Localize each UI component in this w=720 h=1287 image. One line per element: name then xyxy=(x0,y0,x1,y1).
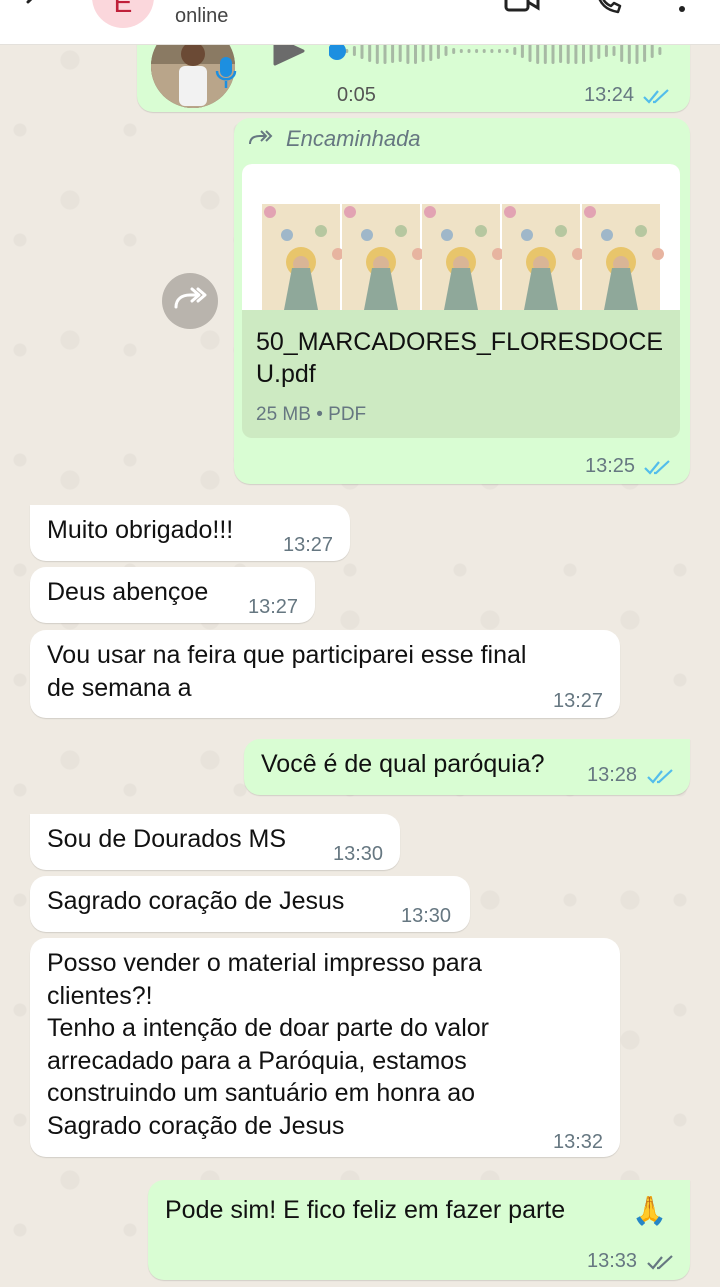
waveform-bar xyxy=(513,47,517,55)
back-arrow-icon[interactable] xyxy=(22,0,48,16)
contact-status: online xyxy=(175,5,229,27)
forwarded-icon xyxy=(249,130,273,145)
bookmark-thumbnail xyxy=(262,204,344,310)
outgoing-message[interactable]: Pode sim! E fico feliz em fazer parte 🙏 … xyxy=(148,1180,690,1280)
waveform-bar xyxy=(352,46,356,56)
waveform-bar xyxy=(436,43,440,59)
document-thumbnail xyxy=(242,164,680,310)
incoming-message[interactable]: Vou usar na feira que participarei esse … xyxy=(30,630,620,718)
message-text: Sou de Dourados MS xyxy=(47,825,287,853)
incoming-message[interactable]: Posso vender o material impresso para cl… xyxy=(30,938,620,1157)
waveform-bar xyxy=(658,47,662,55)
waveform-bar xyxy=(490,49,494,53)
outgoing-message[interactable]: Você é de qual paróquia? 13:28 xyxy=(244,739,690,795)
document-meta: 25 MB • PDF xyxy=(256,404,366,426)
waveform-bar xyxy=(467,49,471,53)
message-text: Vou usar na feira que participarei esse … xyxy=(47,641,527,702)
chat-header: E online xyxy=(0,0,720,45)
message-time: 13:30 xyxy=(401,905,452,927)
read-ticks-icon xyxy=(644,460,670,475)
waveform-bar xyxy=(459,49,463,53)
message-time: 13:27 xyxy=(283,534,334,556)
bookmark-thumbnail xyxy=(502,204,584,310)
message-time: 13:24 xyxy=(584,84,635,106)
forward-button[interactable] xyxy=(162,273,218,329)
menu-dots-icon[interactable] xyxy=(676,0,688,14)
message-time: 13:27 xyxy=(553,690,604,712)
forward-icon xyxy=(174,287,207,309)
message-text: Muito obrigado!!! xyxy=(47,516,234,544)
contact-avatar[interactable]: E xyxy=(92,0,154,28)
read-ticks-icon xyxy=(643,89,669,104)
message-text: Sagrado coração de Jesus xyxy=(47,887,345,915)
read-ticks-icon xyxy=(647,769,673,784)
waveform-bar xyxy=(520,44,524,58)
message-text: Posso vender o material impresso para cl… xyxy=(47,949,489,1140)
phone-call-icon[interactable] xyxy=(594,0,622,14)
message-time: 13:25 xyxy=(585,455,636,477)
incoming-message[interactable]: Deus abençoe 13:27 xyxy=(30,567,315,623)
waveform-bar xyxy=(452,48,456,54)
voice-duration: 0:05 xyxy=(337,84,376,106)
waveform-bar xyxy=(612,46,616,56)
waveform-bar xyxy=(505,49,509,53)
delivered-ticks-icon xyxy=(647,1255,673,1270)
message-time: 13:28 xyxy=(587,764,638,786)
praying-hands-emoji: 🙏 xyxy=(632,1195,667,1226)
waveform-bar xyxy=(444,46,448,56)
bookmark-thumbnail xyxy=(582,204,664,310)
waveform-bar xyxy=(650,44,654,58)
waveform-bar xyxy=(482,49,486,53)
message-time: 13:32 xyxy=(553,1131,604,1153)
waveform-bar xyxy=(597,43,601,59)
bookmark-thumbnail xyxy=(422,204,504,310)
microphone-icon xyxy=(215,57,237,88)
message-text: Você é de qual paróquia? xyxy=(261,750,545,778)
bookmark-thumbnail xyxy=(342,204,424,310)
document-card[interactable]: 50_MARCADORES_FLORESDOCEU.pdf 25 MB • PD… xyxy=(242,164,680,438)
waveform-bar xyxy=(604,45,608,57)
message-time: 13:33 xyxy=(587,1250,638,1272)
waveform-bar xyxy=(475,49,479,53)
document-message-bubble[interactable]: Encaminhada 50_MARCADORES_FLORESDOCEU.pd… xyxy=(234,118,690,484)
document-size: 25 MB xyxy=(256,404,311,425)
message-text: Deus abençoe xyxy=(47,578,209,606)
incoming-message[interactable]: Muito obrigado!!! 13:27 xyxy=(30,505,350,561)
voice-message-bubble[interactable]: 0:05 13:24 xyxy=(137,24,690,112)
incoming-message[interactable]: Sagrado coração de Jesus 13:30 xyxy=(30,876,470,932)
forwarded-label: Encaminhada xyxy=(286,126,421,151)
document-file-name: 50_MARCADORES_FLORESDOCEU.pdf xyxy=(256,328,664,388)
message-time: 13:30 xyxy=(333,843,384,865)
incoming-message[interactable]: Sou de Dourados MS 13:30 xyxy=(30,814,400,870)
waveform-bar xyxy=(498,49,501,53)
video-call-icon[interactable] xyxy=(504,0,540,12)
document-type: PDF xyxy=(328,404,367,425)
message-text: Pode sim! E fico feliz em fazer parte xyxy=(165,1196,566,1224)
message-time: 13:27 xyxy=(248,596,299,618)
meta-separator: • xyxy=(316,404,329,425)
waveform-bar xyxy=(360,43,364,59)
